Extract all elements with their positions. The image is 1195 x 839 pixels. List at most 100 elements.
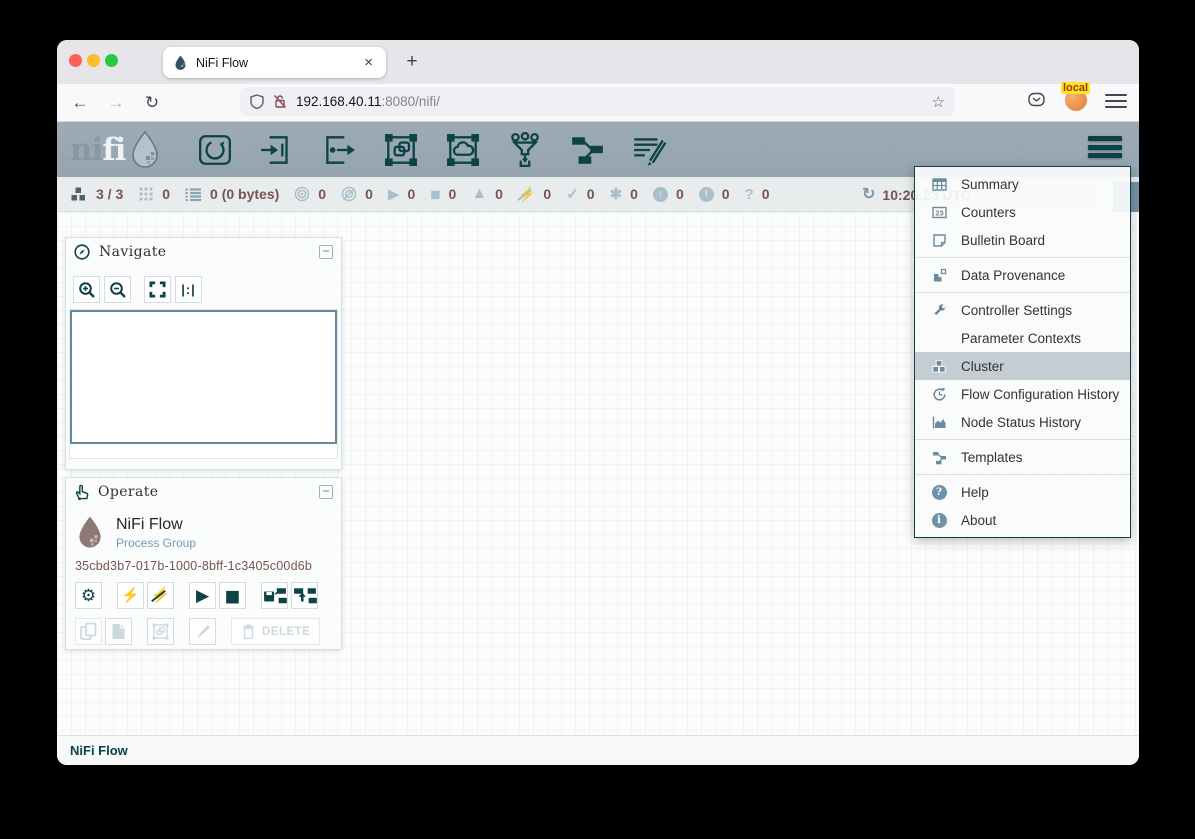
browser-tab[interactable]: NiFi Flow × (163, 47, 386, 78)
remote-process-group-component[interactable] (445, 132, 481, 168)
component-type: Process Group (116, 536, 196, 550)
stop-button[interactable]: ■ (219, 582, 246, 609)
running-status: ▶ 0 (388, 186, 415, 202)
zoom-in-button[interactable] (73, 276, 100, 303)
paint-brush-icon (193, 622, 212, 641)
birdseye-map[interactable] (70, 310, 337, 444)
tab-title: NiFi Flow (196, 56, 361, 70)
copy-button[interactable] (75, 618, 102, 645)
node-status-chart-icon (929, 415, 949, 430)
disable-button[interactable]: ⚡ (147, 582, 174, 609)
process-group-component[interactable] (383, 132, 419, 168)
insecure-lock-icon[interactable] (273, 94, 287, 109)
menu-item-help[interactable]: ? Help (915, 478, 1130, 506)
menu-separator (915, 474, 1130, 475)
configure-button[interactable]: ⚙ (75, 582, 102, 609)
tab-bar: NiFi Flow × + (57, 40, 1139, 84)
copy-icon (79, 622, 98, 641)
menu-item-flow-configuration-history[interactable]: Flow Configuration History (915, 380, 1130, 408)
menu-item-about[interactable]: i About (915, 506, 1130, 534)
breadcrumb[interactable]: NiFi Flow (70, 743, 128, 758)
wrench-icon (929, 303, 949, 318)
delete-button[interactable]: DELETE (231, 618, 320, 645)
cluster-cubes-icon (69, 186, 88, 203)
save-template-icon (263, 586, 287, 606)
invalid-warning-icon: ▲ (471, 186, 487, 202)
template-component[interactable] (569, 132, 605, 168)
operate-actions-row2: DELETE (75, 618, 341, 645)
funnel-component[interactable] (507, 132, 543, 168)
menu-item-data-provenance[interactable]: Data Provenance (915, 261, 1130, 289)
reload-button[interactable]: ↻ (139, 90, 165, 116)
about-icon: i (929, 513, 949, 528)
counters-icon: 23 (929, 205, 949, 220)
new-tab-button[interactable]: + (398, 48, 426, 76)
invalid-status: ▲ 0 (471, 186, 503, 202)
upload-template-button[interactable] (291, 582, 318, 609)
close-window-button[interactable] (69, 54, 82, 67)
refresh-icon[interactable]: ↻ (862, 187, 875, 203)
cluster-count: 3 / 3 (96, 186, 123, 202)
process-group-drop-icon (75, 514, 105, 551)
label-component[interactable] (631, 132, 667, 168)
bolt-icon: ⚡ (121, 588, 140, 603)
save-template-button[interactable] (261, 582, 288, 609)
navigate-header[interactable]: Navigate − (66, 238, 341, 266)
menu-item-templates[interactable]: Templates (915, 443, 1130, 471)
output-port-component[interactable] (321, 132, 357, 168)
navigate-collapse-button[interactable]: − (319, 245, 333, 259)
operate-actions-row1: ⚙ ⚡ ⚡ ▶ ■ (75, 582, 341, 609)
stale-status: ↑ 0 (653, 186, 684, 202)
bolt-slash-icon: ⚡ (151, 588, 170, 603)
menu-item-cluster[interactable]: Cluster (915, 352, 1130, 380)
operate-palette: Operate − NiFi Flow Process Group 35cbd3… (65, 477, 342, 650)
component-id: 35cbd3b7-017b-1000-8bff-1c3405c00d6b (75, 559, 341, 573)
provenance-icon (929, 268, 949, 283)
forward-button[interactable]: → (103, 90, 129, 116)
logo-ni: ni (70, 132, 102, 168)
paste-button[interactable] (105, 618, 132, 645)
input-port-component[interactable] (259, 132, 295, 168)
minimize-window-button[interactable] (87, 54, 100, 67)
zoom-actual-size-button[interactable]: |:| (175, 276, 202, 303)
browser-window: NiFi Flow × + ← → ↻ 192.168.40.11:8080/n… (57, 40, 1139, 765)
zoom-out-button[interactable] (104, 276, 131, 303)
change-color-button[interactable] (189, 618, 216, 645)
pocket-icon[interactable] (1027, 90, 1046, 114)
menu-item-parameter-contexts[interactable]: Parameter Contexts (915, 324, 1130, 352)
shield-icon[interactable] (250, 94, 264, 109)
menu-item-node-status-history[interactable]: Node Status History (915, 408, 1130, 436)
svg-text:23: 23 (935, 208, 943, 217)
bookmark-star-icon[interactable]: ☆ (932, 93, 945, 111)
menu-item-controller-settings[interactable]: Controller Settings (915, 296, 1130, 324)
menu-item-counters[interactable]: 23 Counters (915, 198, 1130, 226)
menu-item-bulletin-board[interactable]: Bulletin Board (915, 226, 1130, 254)
locally-modified-stale-icon: ! (699, 187, 714, 202)
back-button[interactable]: ← (67, 90, 93, 116)
stopped-square-icon: ■ (430, 186, 440, 203)
firefox-menu-button[interactable] (1105, 90, 1127, 110)
processor-component[interactable] (197, 132, 233, 168)
stopped-status: ■ 0 (430, 186, 456, 203)
zoom-window-button[interactable] (105, 54, 118, 67)
gear-icon: ⚙ (81, 587, 96, 604)
url-path: :8080/nifi/ (381, 94, 440, 109)
transmitting-status: 0 (294, 186, 326, 202)
bulletin-note-icon (929, 233, 949, 248)
nifi-global-menu-button[interactable] (1088, 136, 1122, 162)
locally-modified-stale-status: ! 0 (699, 186, 730, 202)
tab-close-icon[interactable]: × (361, 54, 376, 71)
start-button[interactable]: ▶ (189, 582, 216, 609)
profile-badge: local (1061, 82, 1090, 94)
url-bar[interactable]: 192.168.40.11:8080/nifi/ ☆ (240, 87, 955, 116)
zoom-fit-button[interactable] (144, 276, 171, 303)
history-icon (929, 387, 949, 402)
menu-separator (915, 292, 1130, 293)
operate-header[interactable]: Operate − (66, 478, 341, 506)
enable-button[interactable]: ⚡ (117, 582, 144, 609)
group-button[interactable] (147, 618, 174, 645)
group-selection-icon (151, 622, 170, 641)
menu-item-summary[interactable]: Summary (915, 170, 1130, 198)
profile-avatar[interactable]: local (1065, 89, 1087, 111)
operate-collapse-button[interactable]: − (319, 485, 333, 499)
